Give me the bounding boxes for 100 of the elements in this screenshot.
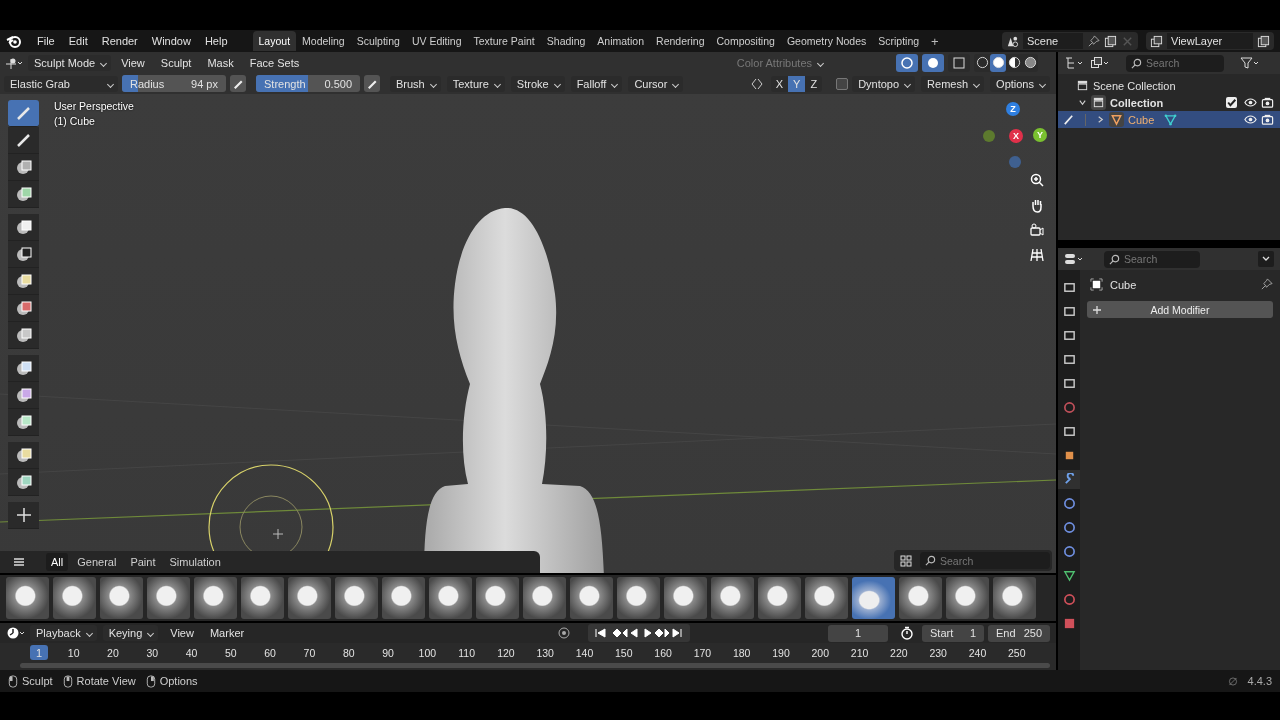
brush-thumbnail[interactable] [523,577,566,620]
workspace-tab[interactable]: Geometry Nodes [780,31,873,51]
shading-mode-button[interactable] [990,53,1006,72]
sculpt-tool-button[interactable] [8,409,39,436]
brush-thumbnail[interactable] [241,577,284,620]
sculpt-tool-button[interactable] [8,268,39,295]
workspace-tab[interactable]: Modeling [296,31,351,51]
symmetry-axis-toggle[interactable]: Z [805,75,823,92]
shelf-tab[interactable]: General [72,553,122,572]
mesh-data-icon[interactable] [1164,113,1178,126]
gizmo-axis-handle[interactable]: Z [1006,102,1020,116]
viewport-toggle[interactable] [922,53,944,72]
dyntopo-dropdown[interactable]: Dyntopo [852,75,916,92]
sculpt-tool-button[interactable] [8,127,39,154]
editor-type-icon[interactable] [1064,56,1084,70]
menu-item[interactable]: File [30,35,62,47]
properties-tab[interactable] [1058,470,1080,489]
brush-thumbnail[interactable] [100,577,143,620]
workspace-tab[interactable]: Layout [252,31,297,51]
sculpt-tool-button[interactable] [8,295,39,322]
menu-item[interactable]: View [115,56,151,69]
viewport-toggle[interactable] [948,53,970,72]
brush-thumbnail[interactable] [6,577,49,620]
current-frame-marker[interactable]: 1 [30,645,48,660]
dyntopo-checkbox[interactable] [836,77,849,90]
brush-thumbnail[interactable] [805,577,848,620]
workspace-tab[interactable]: Texture Paint [467,31,541,51]
brush-thumbnail[interactable] [852,577,895,620]
add-workspace-button[interactable]: + [925,33,945,49]
menu-item[interactable]: Playback [30,625,97,641]
pin-icon[interactable] [1260,278,1273,291]
symmetry-axis-toggle[interactable]: Y [788,75,806,92]
brush-thumbnail[interactable] [288,577,331,620]
camera-icon[interactable] [1029,222,1045,238]
start-frame-field[interactable]: Start 1 [922,624,984,642]
pen-pressure-icon[interactable] [364,75,380,92]
view-layer-selector[interactable]: ViewLayer [1146,32,1274,50]
tree-item-label[interactable]: Scene Collection [1093,79,1176,92]
workspace-tab[interactable]: Rendering [650,31,711,51]
chevron-icon[interactable] [1078,98,1087,107]
sculpt-tool-button[interactable] [8,442,39,469]
filter-icon[interactable] [1240,56,1260,70]
sculpt-tool-button[interactable] [8,214,39,241]
menu-item[interactable]: Help [197,35,235,47]
end-frame-field[interactable]: End 250 [988,624,1050,642]
menu-item[interactable]: Render [94,35,145,47]
sculpt-tool-button[interactable] [8,382,39,409]
brush-thumbnail[interactable] [382,577,425,620]
menu-item[interactable]: Marker [203,627,251,639]
chevron-down-icon[interactable] [1258,251,1274,267]
camera-icon[interactable] [1261,96,1274,109]
eye-icon[interactable] [1244,113,1257,126]
outliner-row[interactable]: Cube [1058,111,1280,128]
menu-item[interactable]: Window [144,35,198,47]
record-icon[interactable] [556,625,573,641]
exclude-checkbox[interactable] [1226,97,1237,108]
brush-thumbnail[interactable] [335,577,378,620]
menu-item[interactable]: Face Sets [243,56,306,69]
gizmo-axis-handle[interactable] [983,130,995,142]
workspace-tab[interactable]: Compositing [710,31,781,51]
workspace-tab[interactable]: Animation [591,31,651,51]
brush-thumbnail[interactable] [53,577,96,620]
tree-item-label[interactable]: Collection [1110,96,1164,109]
brush-thumbnail[interactable] [617,577,660,620]
brush-thumbnail[interactable] [711,577,754,620]
brush-thumbnail[interactable] [664,577,707,620]
brush-thumbnail[interactable] [570,577,613,620]
sculpt-tool-button[interactable] [8,100,39,127]
scrollbar[interactable] [20,663,1050,668]
options-dropdown[interactable]: Options [990,75,1050,92]
search-field[interactable]: Search [1126,54,1224,72]
workspace-tab[interactable]: Shading [540,31,592,51]
popover-dropdown[interactable]: Texture [446,75,505,92]
menu-item[interactable]: View [164,627,200,639]
symmetry-axis-toggle[interactable]: X [770,75,789,92]
current-frame-field[interactable]: 1 [828,624,888,642]
copy-icon[interactable] [1104,34,1117,48]
grid-icon[interactable] [1029,247,1045,263]
brush-thumbnail[interactable] [899,577,942,620]
mode-dropdown[interactable]: Sculpt Mode [28,54,112,71]
pin-icon[interactable] [1087,34,1100,48]
shelf-tab[interactable]: Simulation [164,553,226,572]
sculpt-tool-button[interactable] [8,322,39,349]
search-field[interactable]: Search [1104,250,1200,268]
clock-icon[interactable] [6,626,26,640]
eye-icon[interactable] [1244,96,1257,109]
brush-thumbnail[interactable] [758,577,801,620]
menu-item[interactable]: Mask [201,56,240,69]
gizmo-axis-handle[interactable] [1009,156,1021,168]
workspace-tab[interactable]: UV Editing [405,31,468,51]
brush-thumbnail[interactable] [476,577,519,620]
blender-logo[interactable] [6,34,22,48]
sculpt-tool-button[interactable] [8,154,39,181]
menu-item[interactable]: Keying [102,625,159,641]
brush-thumbnail[interactable] [993,577,1036,620]
search-field[interactable]: Search [920,552,1050,570]
shelf-tab[interactable]: All [46,553,69,572]
brush-thumbnail[interactable] [946,577,989,620]
editor-type-icon[interactable] [1064,252,1084,266]
sculpt-tool-button[interactable] [8,241,39,268]
